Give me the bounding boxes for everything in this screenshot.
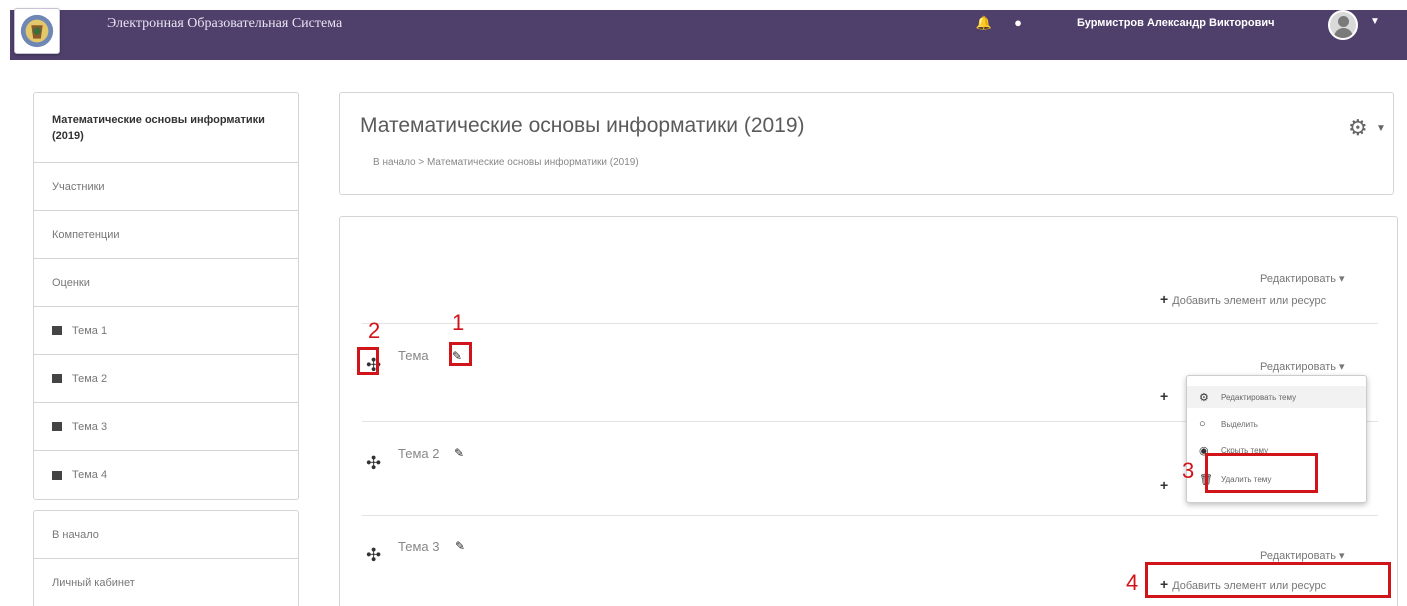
edit-menu-link[interactable]: Редактировать ▾ bbox=[1260, 549, 1345, 562]
sidebar-item-topic-3[interactable]: Тема 3 bbox=[34, 403, 298, 451]
sidebar-item-home[interactable]: В начало bbox=[34, 511, 298, 559]
sidebar-item-topic-1[interactable]: Тема 1 bbox=[34, 307, 298, 355]
sidebar-item-grades[interactable]: Оценки bbox=[34, 259, 298, 307]
section-title[interactable]: Тема 2 bbox=[398, 446, 439, 461]
section-title[interactable]: Тема bbox=[398, 348, 429, 363]
folder-icon bbox=[52, 326, 62, 335]
edit-label: Редактировать bbox=[1260, 361, 1336, 373]
nav-sidebar: В начало Личный кабинет bbox=[33, 510, 299, 606]
pencil-icon[interactable]: ✎ bbox=[454, 446, 464, 460]
course-header: Математические основы информатики (2019)… bbox=[339, 92, 1394, 195]
sidebar-item-competencies[interactable]: Компетенции bbox=[34, 211, 298, 259]
menu-item-edit-topic[interactable]: ⚙ Редактировать тему bbox=[1199, 391, 1296, 404]
add-activity-link[interactable]: + bbox=[1160, 388, 1172, 404]
annotation-number-4: 4 bbox=[1126, 570, 1139, 595]
annotation-number-1: 1 bbox=[452, 310, 465, 335]
breadcrumb[interactable]: В начало > Математические основы информа… bbox=[373, 157, 639, 168]
add-label: Добавить элемент или ресурс bbox=[1172, 295, 1327, 307]
annotation-box-2 bbox=[357, 347, 379, 375]
folder-icon bbox=[52, 470, 62, 480]
move-icon[interactable]: ✣ bbox=[366, 453, 381, 474]
caret-down-icon[interactable]: ▼ bbox=[1370, 16, 1380, 27]
sidebar-item-label: Тема 4 bbox=[72, 469, 108, 481]
section-divider bbox=[362, 323, 1378, 324]
sidebar-item-label: Тема 2 bbox=[72, 372, 108, 385]
gear-icon: ⚙ bbox=[1199, 392, 1209, 404]
menu-item-label: Редактировать тему bbox=[1221, 393, 1297, 402]
sidebar-item-participants[interactable]: Участники bbox=[34, 163, 298, 211]
site-logo[interactable] bbox=[14, 8, 60, 54]
sidebar-item-dashboard[interactable]: Личный кабинет bbox=[34, 559, 298, 606]
sidebar-item-topic-2[interactable]: Тема 2 bbox=[34, 355, 298, 403]
pencil-icon[interactable]: ✎ bbox=[455, 539, 465, 553]
plus-icon: + bbox=[1160, 477, 1169, 493]
folder-icon bbox=[52, 422, 62, 431]
site-name[interactable]: Электронная Образовательная Система bbox=[107, 16, 342, 32]
gear-icon[interactable]: ⚙ bbox=[1348, 115, 1368, 141]
folder-icon bbox=[52, 374, 62, 383]
add-activity-link[interactable]: + bbox=[1160, 477, 1172, 493]
add-activity-link[interactable]: + Добавить элемент или ресурс bbox=[1160, 291, 1326, 307]
plus-icon: + bbox=[1160, 388, 1169, 404]
move-icon[interactable]: ✣ bbox=[366, 545, 381, 566]
edit-menu-link[interactable]: Редактировать ▾ bbox=[1260, 272, 1345, 285]
sidebar-item-topic-4[interactable]: Тема 4 bbox=[34, 451, 298, 499]
bell-icon[interactable]: 🔔 bbox=[975, 15, 993, 33]
edit-label: Редактировать bbox=[1260, 273, 1336, 285]
page-title: Математические основы информатики (2019) bbox=[360, 114, 805, 137]
edit-label: Редактировать bbox=[1260, 550, 1336, 562]
annotation-box-1 bbox=[449, 342, 472, 366]
menu-item-highlight-topic[interactable]: ○ Выделить bbox=[1199, 418, 1258, 430]
section-divider bbox=[362, 515, 1378, 516]
plus-icon: + bbox=[1160, 291, 1169, 307]
annotation-box-3 bbox=[1205, 453, 1318, 493]
circle-icon: ○ bbox=[1199, 418, 1206, 430]
course-sidebar: Математические основы информатики (2019)… bbox=[33, 92, 299, 500]
edit-menu-link[interactable]: Редактировать ▾ bbox=[1260, 360, 1345, 373]
sidebar-item-label: Тема 3 bbox=[72, 420, 108, 433]
annotation-number-2: 2 bbox=[368, 318, 381, 343]
chat-icon[interactable]: ● bbox=[1009, 15, 1027, 33]
chevron-down-icon[interactable]: ▼ bbox=[1376, 123, 1386, 134]
avatar-icon[interactable] bbox=[1328, 10, 1358, 40]
annotation-number-3: 3 bbox=[1182, 458, 1195, 483]
annotation-box-4 bbox=[1145, 562, 1391, 598]
menu-item-label: Выделить bbox=[1221, 419, 1258, 429]
sidebar-item-label: Тема 1 bbox=[72, 324, 108, 337]
sidebar-course-name[interactable]: Математические основы информатики (2019) bbox=[34, 93, 298, 163]
user-name[interactable]: Бурмистров Александр Викторович bbox=[1077, 17, 1275, 29]
section-title[interactable]: Тема 3 bbox=[398, 539, 439, 554]
emblem-icon bbox=[20, 14, 54, 48]
